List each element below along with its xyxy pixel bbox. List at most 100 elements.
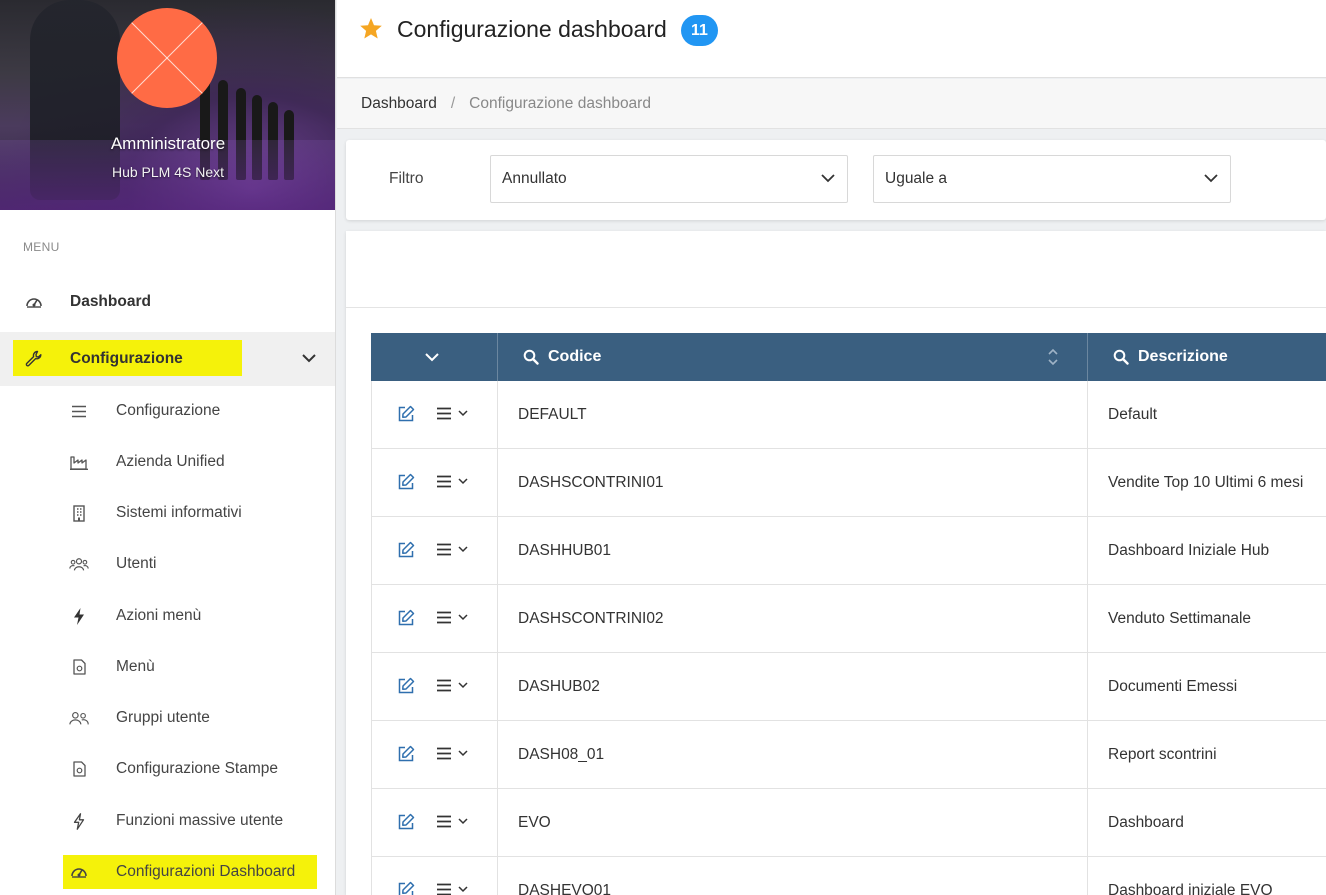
row-menu-icon[interactable]: [436, 747, 468, 760]
cell-descrizione: Default: [1108, 405, 1158, 423]
row-menu-icon[interactable]: [436, 815, 468, 828]
sidebar-item-label: Dashboard: [70, 293, 151, 310]
profile-header: Amministratore Hub PLM 4S Next: [0, 0, 335, 210]
table-row[interactable]: EVO Dashboard: [371, 789, 1326, 857]
sidebar-subitem-sistemi-informativi[interactable]: Sistemi informativi: [0, 488, 335, 538]
column-header-descrizione[interactable]: Descrizione: [1113, 333, 1228, 381]
sidebar-subitem-gruppi-utente[interactable]: Gruppi utente: [0, 693, 335, 743]
sidebar-subitem-label: Funzioni massive utente: [116, 812, 284, 829]
sidebar-subitem-label: Menù: [116, 658, 155, 675]
breadcrumb-separator: /: [450, 94, 456, 112]
cell-descrizione: Dashboard: [1108, 813, 1184, 831]
user-group-icon: [69, 708, 89, 728]
cell-descrizione: Venduto Settimanale: [1108, 609, 1252, 627]
row-menu-icon[interactable]: [436, 679, 468, 692]
edit-icon[interactable]: [397, 677, 415, 700]
table-row[interactable]: DASHEVO01 Dashboard iniziale EVO: [371, 857, 1326, 895]
table-row[interactable]: DASHSCONTRINI01 Vendite Top 10 Ultimi 6 m…: [371, 449, 1326, 517]
row-menu-icon[interactable]: [436, 407, 468, 420]
sidebar-item-dashboard[interactable]: Dashboard: [0, 277, 335, 327]
sidebar-item-configurazione[interactable]: Configurazione: [0, 332, 335, 386]
page-header: Configurazione dashboard 11: [337, 0, 1326, 78]
column-divider: [497, 333, 498, 381]
sidebar-subitem-configurazione-stampe[interactable]: Configurazione Stampe: [0, 744, 335, 794]
row-menu-icon[interactable]: [436, 543, 468, 556]
sidebar-subitem-label: Configurazione Stampe: [116, 760, 278, 777]
cell-codice: DASHUB02: [518, 677, 600, 695]
sidebar-item-label: Configurazione: [70, 350, 183, 367]
cell-descrizione: Dashboard iniziale EVO: [1108, 881, 1273, 895]
cell-descrizione: Vendite Top 10 Ultimi 6 mesi: [1108, 473, 1304, 491]
sidebar-subitem-utenti[interactable]: Utenti: [0, 539, 335, 589]
column-header-codice[interactable]: Codice: [523, 333, 601, 381]
sidebar-subitem-label: Sistemi informativi: [116, 504, 242, 521]
profile-subtitle: Hub PLM 4S Next: [111, 164, 225, 180]
lightning-outline-icon: [69, 811, 89, 831]
row-menu-icon[interactable]: [436, 475, 468, 488]
breadcrumb: Dashboard / Configurazione dashboard: [337, 79, 1326, 129]
table-row[interactable]: DASHSCONTRINI02 Venduto Settimanale: [371, 585, 1326, 653]
table-row[interactable]: DEFAULT Default: [371, 381, 1326, 449]
cell-descrizione: Documenti Emessi: [1108, 677, 1238, 695]
avatar[interactable]: [117, 8, 217, 108]
edit-icon[interactable]: [397, 881, 415, 895]
edit-icon[interactable]: [397, 473, 415, 496]
building-icon: [69, 503, 89, 523]
row-menu-icon[interactable]: [436, 611, 468, 624]
toolbar-divider: [346, 307, 1326, 308]
chevron-down-icon[interactable]: [302, 350, 316, 368]
column-gridline: [497, 381, 498, 895]
filter-operator-select[interactable]: Uguale a: [873, 155, 1231, 203]
file-icon: [69, 657, 89, 677]
table-panel: Codice Descrizione DEFAULT Default DASHSCO…: [346, 231, 1326, 895]
speedometer-icon: [24, 292, 44, 312]
sidebar-subitem-label: Configurazione: [116, 402, 221, 419]
sidebar-subitem-azioni-menu[interactable]: Azioni menù: [0, 591, 335, 641]
filter-label: Filtro: [389, 170, 424, 187]
factory-icon: [69, 452, 89, 472]
edit-icon[interactable]: [397, 541, 415, 564]
sidebar: Amministratore Hub PLM 4S Next MENU Dash…: [0, 0, 336, 895]
sidebar-subitem-label: Configurazioni Dashboard: [116, 863, 296, 880]
breadcrumb-home[interactable]: Dashboard: [361, 95, 437, 113]
table-row[interactable]: DASHHUB01 Dashboard Iniziale Hub: [371, 517, 1326, 585]
cell-codice: DASHHUB01: [518, 541, 612, 559]
speedometer-icon: [69, 862, 89, 882]
sidebar-subitem-azienda-unified[interactable]: Azienda Unified: [0, 437, 335, 487]
lightning-icon: [69, 606, 89, 626]
cell-descrizione: Report scontrini: [1108, 745, 1217, 763]
sidebar-subitem-menu[interactable]: Menù: [0, 642, 335, 692]
column-header-label: Descrizione: [1138, 348, 1228, 365]
column-divider: [1087, 333, 1088, 381]
expand-all-toggle[interactable]: [425, 333, 445, 381]
cell-codice: DASHSCONTRINI01: [518, 473, 664, 491]
sidebar-subitem-configurazioni-dashboard[interactable]: Configurazioni Dashboard: [0, 847, 335, 895]
main-content: Configurazione dashboard 11 Dashboard / …: [337, 0, 1326, 895]
column-header-label: Codice: [548, 348, 602, 365]
edit-icon[interactable]: [397, 745, 415, 768]
cell-codice: DASHEVO01: [518, 881, 612, 895]
sort-icon[interactable]: [1048, 333, 1058, 381]
edit-icon[interactable]: [397, 813, 415, 836]
filter-panel: Filtro Annullato Uguale a: [346, 140, 1326, 220]
table-row[interactable]: DASH08_01 Report scontrini: [371, 721, 1326, 789]
cell-codice: DEFAULT: [518, 405, 587, 423]
sidebar-subitem-label: Azienda Unified: [116, 453, 225, 470]
table-row[interactable]: DASHUB02 Documenti Emessi: [371, 653, 1326, 721]
chevron-down-icon: [425, 352, 439, 361]
page-title: Configurazione dashboard: [397, 16, 667, 42]
sidebar-subitem-funzioni-massive-utente[interactable]: Funzioni massive utente: [0, 796, 335, 846]
cell-codice: EVO: [518, 813, 551, 831]
edit-icon[interactable]: [397, 609, 415, 632]
profile-name: Amministratore: [110, 134, 226, 153]
filter-field-select[interactable]: Annullato: [490, 155, 848, 203]
row-menu-icon[interactable]: [436, 883, 468, 895]
filter-operator-value: Uguale a: [885, 170, 948, 187]
sidebar-subitem-label: Utenti: [116, 555, 157, 572]
wrench-icon: [24, 349, 44, 369]
column-gridline: [371, 381, 372, 895]
cell-descrizione: Dashboard Iniziale Hub: [1108, 541, 1270, 559]
sidebar-subitem-configurazione[interactable]: Configurazione: [0, 386, 335, 436]
star-icon[interactable]: [359, 17, 383, 45]
edit-icon[interactable]: [397, 405, 415, 428]
